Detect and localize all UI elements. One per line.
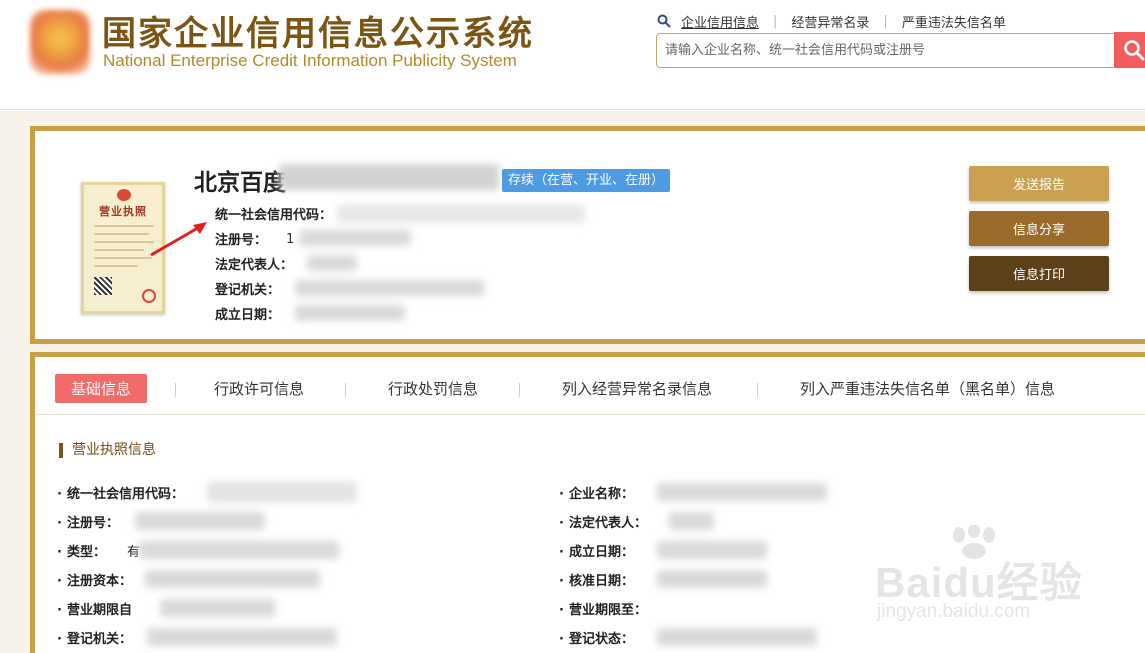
search-box (656, 33, 1116, 68)
license-text-line (94, 241, 154, 243)
details-card: 基础信息 行政许可信息 行政处罚信息 列入经营异常名录信息 列入严重违法失信名单… (30, 352, 1145, 653)
site-title: 国家企业信用信息公示系统 (102, 14, 534, 54)
print-button[interactable]: 信息打印 (969, 256, 1109, 291)
tab-abnormal-list[interactable]: 列入经营异常名录信息 (562, 374, 712, 403)
license-field-capital: · 注册资本： (57, 574, 132, 589)
redacted-value (669, 512, 714, 530)
field-founded-label: 成立日期： (215, 308, 281, 323)
license-text-line (94, 233, 149, 235)
license-field-term-from: · 营业期限自 (57, 603, 132, 618)
field-reg-no-label: 注册号： (215, 233, 268, 248)
nav-abnormal-list[interactable]: 经营异常名录 (791, 12, 869, 31)
redacted-value (139, 541, 339, 559)
redacted-value (147, 628, 337, 646)
license-field-type: · 类型： (57, 545, 106, 560)
company-info-card: 营业执照 北京百度 存续（在营、开业、在册） 统一社会信用代码： 注册号： 1 … (30, 126, 1145, 344)
redacted-value (657, 483, 827, 501)
redacted-value (295, 280, 485, 296)
nav-separator: | (883, 13, 888, 29)
tab-separator (519, 383, 520, 397)
redacted-value (307, 255, 357, 271)
license-field-reg-no: · 注册号： (57, 516, 119, 531)
nav-separator: | (773, 13, 778, 29)
nav-blacklist[interactable]: 严重违法失信名单 (902, 12, 1006, 31)
send-report-button[interactable]: 发送报告 (969, 166, 1109, 201)
tab-admin-penalty[interactable]: 行政处罚信息 (388, 374, 478, 403)
qr-code-icon (94, 277, 112, 295)
field-legal-rep-label: 法定代表人： (215, 258, 294, 273)
search-input[interactable] (663, 34, 1113, 67)
search-small-icon (657, 14, 671, 28)
redacted-value (337, 205, 585, 223)
license-section-title: 营业执照信息 (59, 443, 156, 458)
company-name: 北京百度 (194, 170, 286, 196)
license-text-line (94, 265, 138, 267)
redacted-value (135, 512, 265, 530)
tab-basic-info[interactable]: 基础信息 (55, 374, 148, 403)
search-icon (1124, 40, 1145, 61)
search-nav: 企业信用信息 | 经营异常名录 | 严重违法失信名单 (657, 12, 1006, 31)
share-button[interactable]: 信息分享 (969, 211, 1109, 246)
license-field-approved: · 核准日期： (559, 574, 634, 589)
tab-blacklist[interactable]: 列入严重违法失信名单（黑名单）信息 (800, 374, 1055, 403)
redacted-value (657, 628, 817, 646)
license-field-legal-rep: · 法定代表人： (559, 516, 647, 531)
seal-icon (142, 289, 156, 303)
field-reg-no-prefix: 1 (286, 232, 295, 247)
site-header: 国家企业信用信息公示系统 National Enterprise Credit … (0, 0, 1145, 110)
redacted-value (295, 305, 405, 321)
redacted-value (657, 570, 767, 588)
search-button[interactable] (1114, 32, 1145, 68)
tab-separator (757, 383, 758, 397)
license-text-line (94, 225, 154, 227)
license-text-line (94, 257, 152, 259)
tab-strip: 基础信息 行政许可信息 行政处罚信息 列入经营异常名录信息 列入严重违法失信名单… (35, 357, 1145, 415)
site-subtitle: National Enterprise Credit Information P… (103, 51, 517, 70)
tab-separator (175, 383, 176, 397)
redacted-value (299, 230, 411, 246)
license-field-reg-authority: · 登记机关： (57, 632, 132, 647)
redacted-value (160, 599, 275, 617)
nav-credit-info[interactable]: 企业信用信息 (681, 12, 759, 31)
license-field-status: · 登记状态： (559, 632, 634, 647)
field-credit-code-label: 统一社会信用代码： (215, 208, 333, 223)
license-image-title: 营业执照 (99, 205, 147, 218)
red-arrow-annotation (150, 222, 207, 257)
redacted-value (657, 541, 767, 559)
license-text-line (94, 249, 144, 251)
license-field-credit-code: · 统一社会信用代码： (57, 487, 184, 502)
license-field-founded: · 成立日期： (559, 545, 634, 560)
status-badge: 存续（在营、开业、在册） (502, 169, 671, 192)
tab-admin-license[interactable]: 行政许可信息 (214, 374, 304, 403)
redacted-company-name (279, 164, 499, 190)
field-reg-authority-label: 登记机关： (215, 283, 281, 298)
redacted-value (145, 570, 320, 588)
national-emblem-icon (30, 10, 90, 74)
tab-separator (345, 383, 346, 397)
license-emblem-icon (117, 189, 131, 201)
redacted-value (207, 481, 357, 503)
license-field-term-to: · 营业期限至： (559, 603, 647, 618)
license-field-company-name: · 企业名称： (559, 487, 634, 502)
